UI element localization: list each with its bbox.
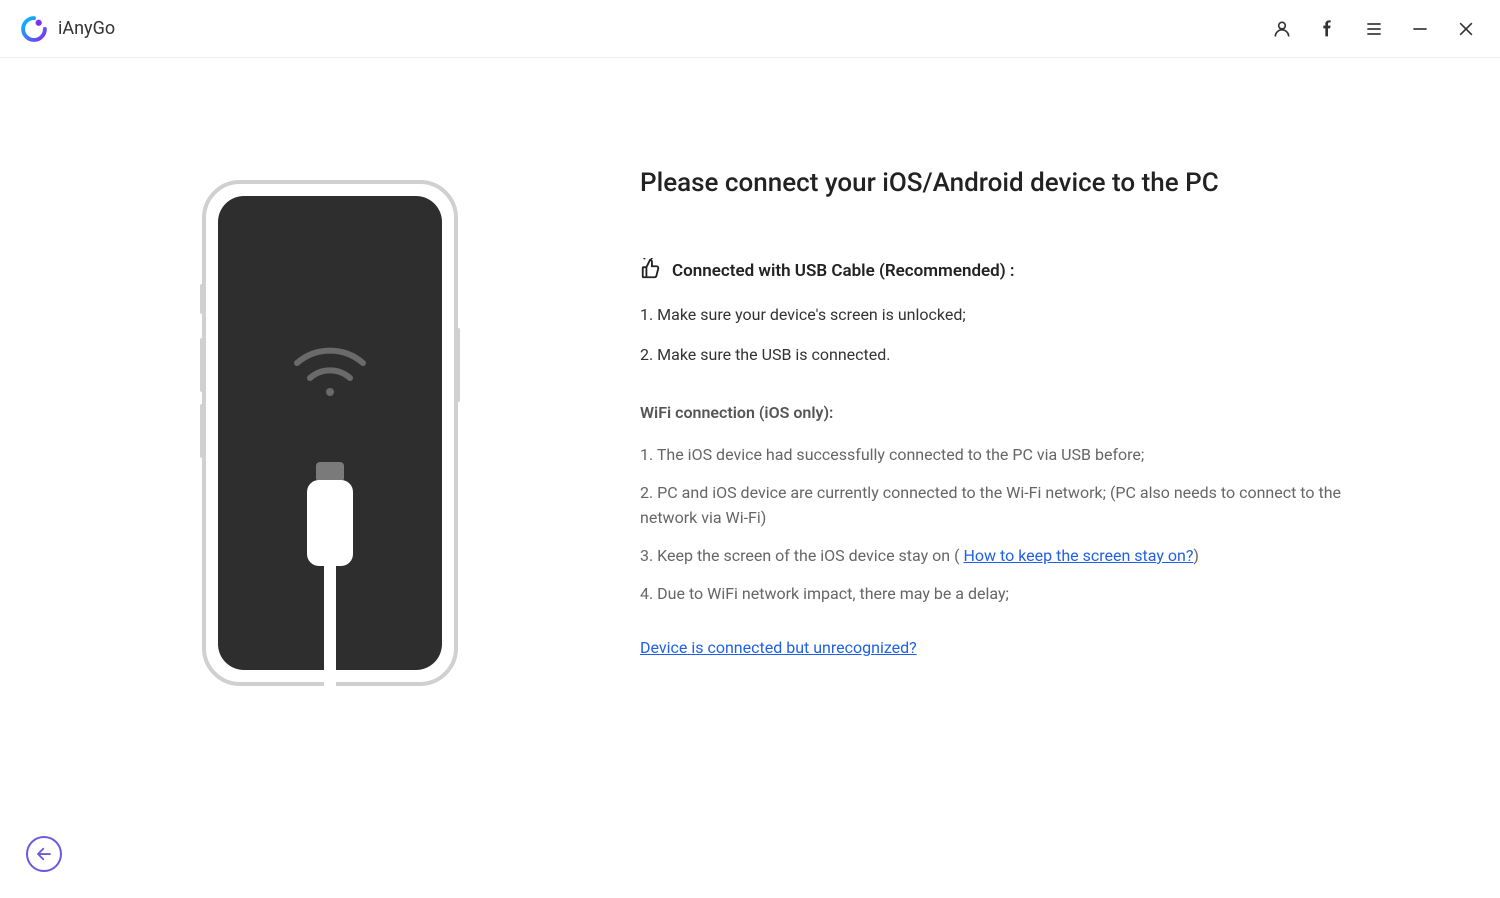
brand: iAnyGo [20, 15, 115, 43]
usb-section-header: Connected with USB Cable (Recommended) : [640, 258, 1360, 284]
main-content: Please connect your iOS/Android device t… [0, 58, 1500, 692]
unrecognized-link[interactable]: Device is connected but unrecognized? [640, 638, 917, 657]
app-logo-icon [20, 15, 48, 43]
usb-steps: 1. Make sure your device's screen is unl… [640, 302, 1360, 367]
titlebar: iAnyGo [0, 0, 1500, 58]
page-title: Please connect your iOS/Android device t… [640, 168, 1360, 198]
wifi-step-tail: ) [1193, 546, 1199, 565]
instructions: Please connect your iOS/Android device t… [640, 168, 1360, 692]
menu-icon[interactable] [1364, 19, 1384, 39]
usb-step: 2. Make sure the USB is connected. [640, 342, 1360, 368]
wifi-header-text: WiFi connection (iOS only): [640, 403, 1360, 422]
wifi-step-text: 3. Keep the screen of the iOS device sta… [640, 546, 964, 565]
phone-illustration [200, 178, 460, 692]
usb-step: 1. Make sure your device's screen is unl… [640, 302, 1360, 328]
window-controls [1272, 19, 1476, 39]
wifi-step: 1. The iOS device had successfully conne… [640, 442, 1360, 468]
facebook-icon[interactable] [1318, 19, 1338, 39]
close-button[interactable] [1456, 19, 1476, 39]
app-name: iAnyGo [58, 18, 115, 39]
troubleshoot: Device is connected but unrecognized? [640, 638, 1360, 657]
usb-header-text: Connected with USB Cable (Recommended) : [672, 261, 1015, 281]
thumbs-up-icon [640, 258, 662, 284]
wifi-steps: 1. The iOS device had successfully conne… [640, 442, 1360, 606]
account-icon[interactable] [1272, 19, 1292, 39]
back-button[interactable] [26, 836, 62, 872]
wifi-step: 3. Keep the screen of the iOS device sta… [640, 543, 1360, 569]
screen-stay-on-link[interactable]: How to keep the screen stay on? [964, 546, 1194, 565]
minimize-button[interactable] [1410, 19, 1430, 39]
wifi-step: 4. Due to WiFi network impact, there may… [640, 581, 1360, 607]
wifi-step: 2. PC and iOS device are currently conne… [640, 480, 1360, 531]
